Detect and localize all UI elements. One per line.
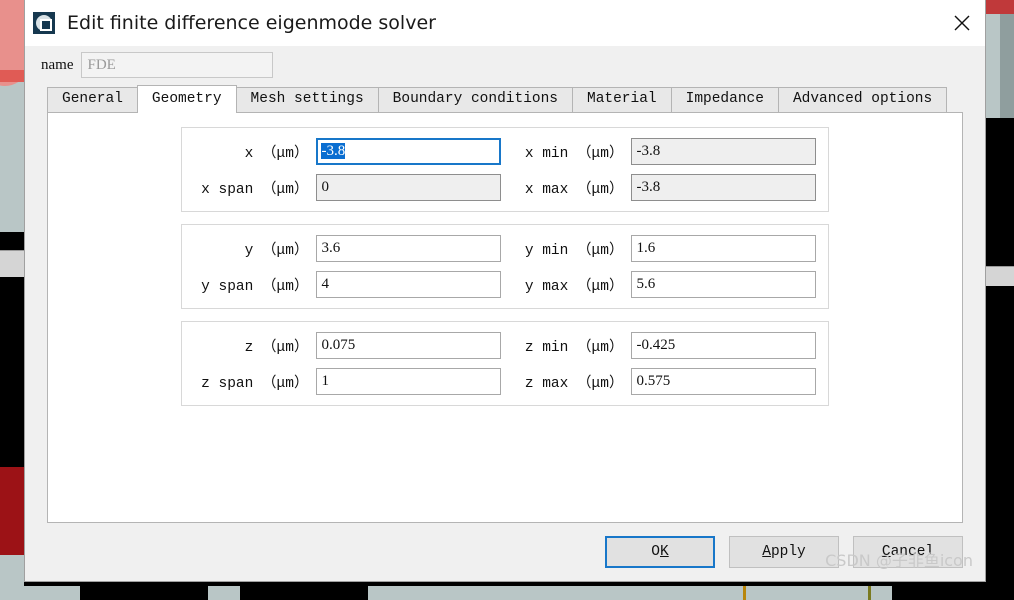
field-z-left-0[interactable]: 0.075 [316, 332, 501, 359]
label-z-left-1: z span （μm） [201, 376, 309, 392]
group-x: x （μm） -3.8 x min （μm） -3.8 x span （μm） 0 x ma… [181, 127, 829, 212]
coordinate-groups: x （μm） -3.8 x min （μm） -3.8 x span （μm） 0 x ma… [48, 127, 962, 406]
field-z-right-0[interactable]: -0.425 [631, 332, 816, 359]
cancel-button[interactable]: Cancel [853, 536, 963, 568]
bg-right-widget [985, 266, 1014, 288]
field-x-left-0[interactable]: -3.8 [316, 138, 501, 165]
row-x-0: x （μm） -3.8 x min （μm） -3.8 [194, 138, 816, 165]
edit-fde-solver-dialog: Edit finite difference eigenmode solver … [24, 0, 986, 582]
geometry-panel: x （μm） -3.8 x min （μm） -3.8 x span （μm） 0 x ma… [47, 112, 963, 523]
label-y-right-0: y min （μm） [524, 243, 624, 259]
field-z-left-1[interactable]: 1 [316, 368, 501, 395]
mnemonic-letter: K [660, 544, 669, 560]
window-title: Edit finite difference eigenmode solver [67, 12, 436, 34]
fde-solver-icon [33, 12, 55, 34]
field-x-right-1: -3.8 [631, 174, 816, 201]
group-z: z （μm） 0.075 z min （μm） -0.425 z span （μm） 1 z… [181, 321, 829, 406]
bg-taskbar-tick-2 [868, 586, 871, 600]
bg-taskbar-tick-1 [743, 586, 746, 600]
row-y-0: y （μm） 3.6 y min （μm） 1.6 [194, 235, 816, 262]
field-y-right-1[interactable]: 5.6 [631, 271, 816, 298]
bg-right-red-bar [985, 0, 1014, 14]
bg-right-panel-dark [1000, 14, 1014, 118]
bg-right-black-2 [985, 286, 1014, 600]
title-bar: Edit finite difference eigenmode solver [25, 0, 985, 46]
field-y-right-0[interactable]: 1.6 [631, 235, 816, 262]
tab-general[interactable]: General [47, 87, 138, 112]
field-x-left-1: 0 [316, 174, 501, 201]
name-input[interactable]: FDE [81, 52, 274, 78]
button-label: OK [651, 544, 669, 560]
label-z-right-1: z max （μm） [524, 376, 624, 392]
tab-advanced-options[interactable]: Advanced options [777, 87, 948, 112]
label-x-left-1: x span （μm） [201, 182, 309, 198]
row-x-1: x span （μm） 0 x max （μm） -3.8 [194, 174, 816, 201]
button-label: Apply [762, 544, 806, 560]
label-x-right-0: x min （μm） [524, 146, 624, 162]
field-x-right-0: -3.8 [631, 138, 816, 165]
apply-button[interactable]: Apply [729, 536, 839, 568]
field-y-left-1[interactable]: 4 [316, 271, 501, 298]
label-y-right-1: y max （μm） [524, 279, 624, 295]
tab-material[interactable]: Material [572, 87, 672, 112]
tab-impedance[interactable]: Impedance [670, 87, 779, 112]
tab-mesh-settings[interactable]: Mesh settings [235, 87, 379, 112]
label-x-left-0: x （μm） [244, 146, 309, 162]
tab-boundary-conditions[interactable]: Boundary conditions [377, 87, 573, 112]
row-z-0: z （μm） 0.075 z min （μm） -0.425 [194, 332, 816, 359]
label-z-right-0: z min （μm） [524, 340, 624, 356]
label-y-left-1: y span （μm） [201, 279, 309, 295]
bg-taskbar-block-3 [892, 586, 1014, 600]
close-icon[interactable] [939, 0, 985, 46]
mnemonic-letter: A [762, 544, 771, 560]
field-z-right-1[interactable]: 0.575 [631, 368, 816, 395]
bg-left-black-1 [0, 232, 24, 250]
bg-right-black-1 [985, 118, 1014, 266]
selected-text: -3.8 [321, 143, 346, 159]
row-y-1: y span （μm） 4 y max （μm） 5.6 [194, 271, 816, 298]
bg-taskbar-block-1 [80, 586, 208, 600]
bg-taskbar-block-2 [240, 586, 368, 600]
bg-left-red-block [0, 467, 24, 555]
button-label: Cancel [881, 544, 935, 560]
ok-button[interactable]: OK [605, 536, 715, 568]
row-z-1: z span （μm） 1 z max （μm） 0.575 [194, 368, 816, 395]
bg-left-red-bar [0, 70, 24, 82]
name-row: name FDE [25, 46, 985, 86]
mnemonic-letter: C [881, 544, 891, 560]
bg-left-widget [0, 250, 24, 279]
tab-geometry[interactable]: Geometry [136, 85, 237, 113]
label-z-left-0: z （μm） [244, 340, 309, 356]
tab-strip: General Geometry Mesh settings Boundary con… [25, 85, 985, 113]
field-y-left-0[interactable]: 3.6 [316, 235, 501, 262]
label-x-right-1: x max （μm） [524, 182, 624, 198]
dialog-footer: OK Apply Cancel [25, 523, 985, 581]
group-y: y （μm） 3.6 y min （μm） 1.6 y span （μm） 4 y max … [181, 224, 829, 309]
bg-left-black-2 [0, 277, 24, 467]
label-y-left-0: y （μm） [244, 243, 309, 259]
name-label: name [41, 56, 74, 73]
